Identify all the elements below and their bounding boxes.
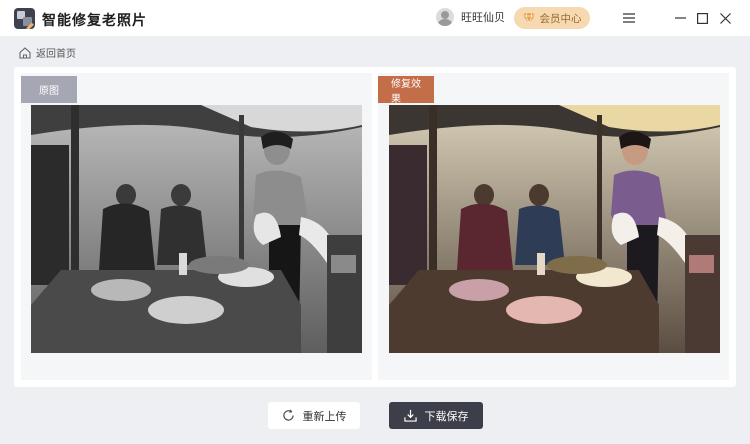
diamond-icon [522, 13, 535, 23]
user-name[interactable]: 旺旺仙贝 [461, 9, 505, 25]
original-tag: 原图 [21, 76, 77, 103]
user-profile[interactable]: 旺旺仙贝 [436, 8, 505, 26]
menu-icon[interactable] [619, 8, 639, 28]
avatar-icon[interactable] [436, 8, 454, 26]
download-save-button[interactable]: 下载保存 [389, 402, 483, 429]
refresh-icon [282, 409, 294, 421]
result-panel: 修复效果 [378, 73, 729, 380]
close-icon[interactable] [715, 8, 735, 28]
app-title: 智能修复老照片 [42, 12, 147, 28]
result-tag: 修复效果 [378, 76, 434, 105]
back-home-label: 返回首页 [36, 49, 76, 60]
reupload-button[interactable]: 重新上传 [268, 402, 360, 429]
minimize-icon[interactable] [670, 8, 690, 28]
original-image [31, 105, 362, 353]
compare-card: 原图 修复效果 [14, 67, 736, 387]
back-home-link[interactable]: 返回首页 [19, 45, 76, 60]
download-icon [403, 409, 417, 422]
vip-center-button[interactable]: 会员中心 [514, 7, 590, 29]
app-logo-icon [14, 8, 35, 29]
download-save-label: 下载保存 [424, 410, 469, 423]
maximize-icon[interactable] [692, 8, 712, 28]
reupload-label: 重新上传 [302, 410, 347, 423]
title-bar: 智能修复老照片 旺旺仙贝 会员中心 [0, 0, 750, 36]
result-image [389, 105, 720, 353]
original-panel: 原图 [21, 73, 372, 380]
home-icon [19, 46, 31, 59]
vip-center-label: 会员中心 [539, 12, 582, 25]
